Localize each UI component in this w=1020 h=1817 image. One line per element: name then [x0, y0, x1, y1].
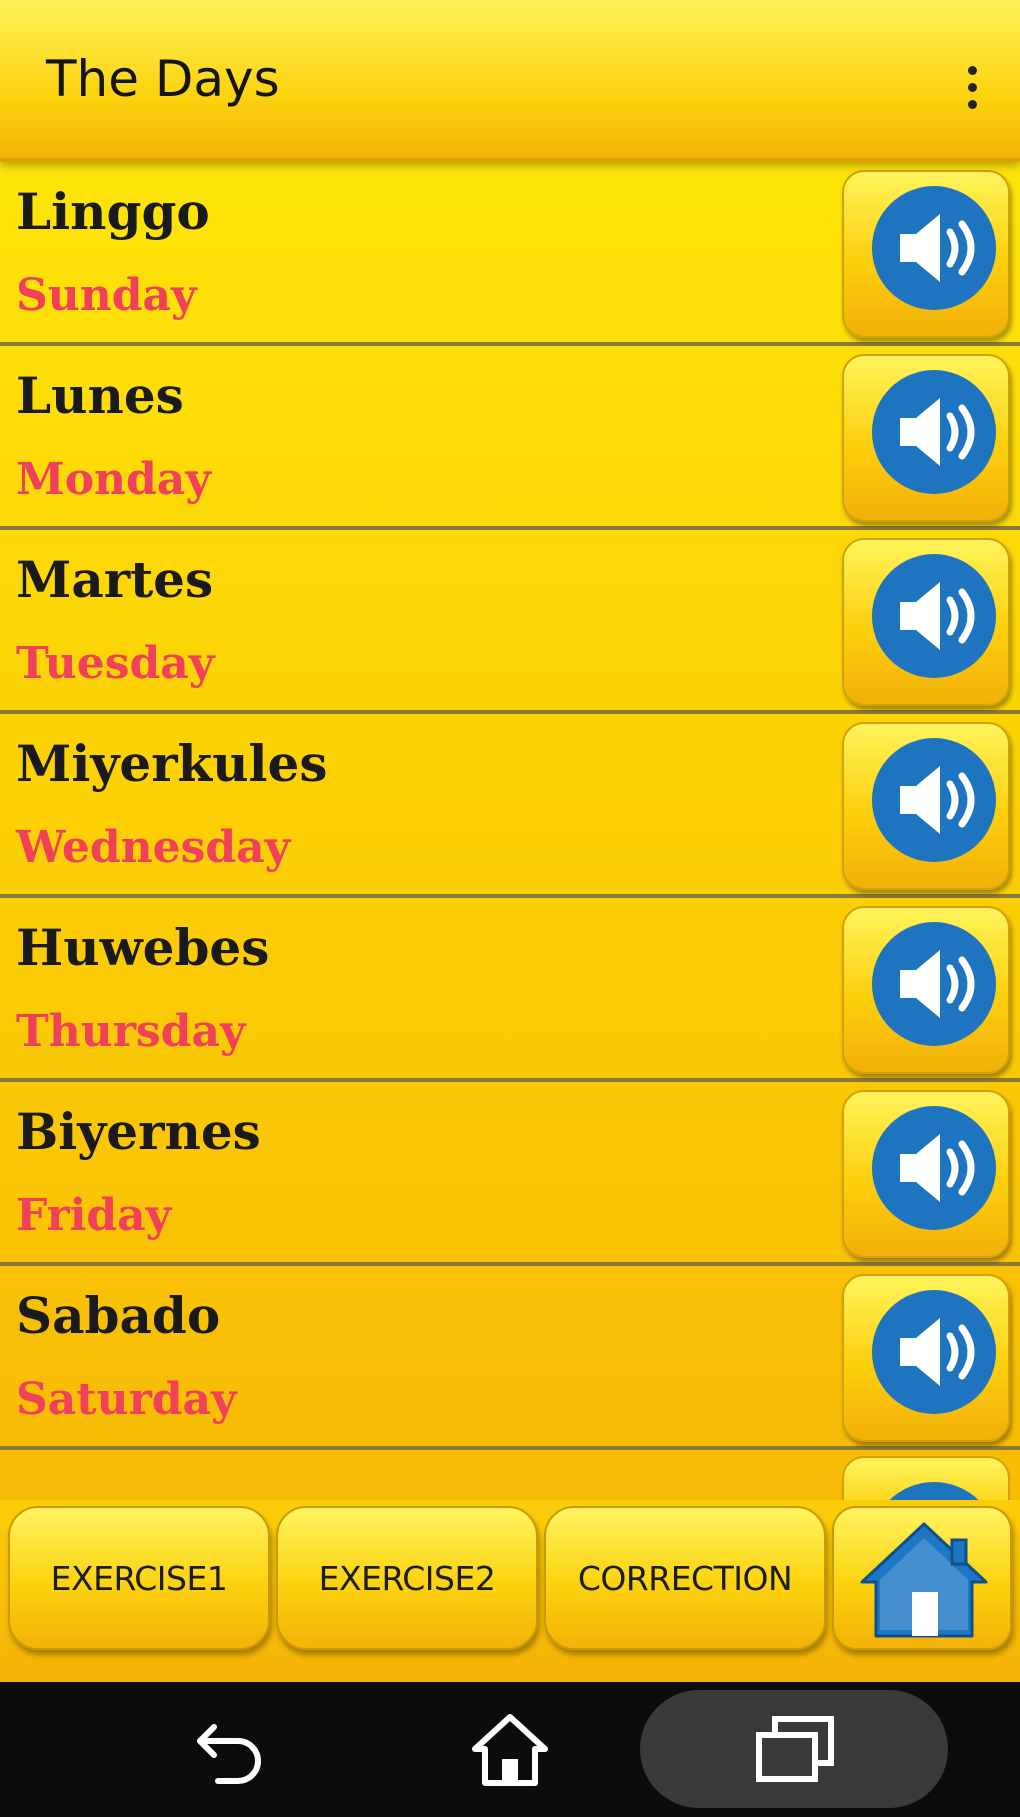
translation-label: Tuesday [16, 638, 215, 689]
page-title: The Days [46, 50, 280, 108]
play-sound-button[interactable] [842, 538, 1010, 706]
translation-label: Wednesday [16, 822, 291, 873]
word-label: Linggo [16, 182, 210, 241]
correction-button[interactable]: CORRECTION [544, 1506, 826, 1650]
app-screen: The Days Linggo Sunday Lunes Monday Mart… [0, 0, 1020, 1682]
home-outline-icon[interactable] [460, 1692, 560, 1806]
translation-label: Friday [16, 1190, 172, 1241]
home-icon [860, 1522, 988, 1638]
translation-label: Sunday [16, 270, 197, 321]
list-item[interactable]: Huwebes Thursday [0, 898, 1020, 1082]
play-sound-button[interactable] [842, 906, 1010, 1074]
more-vert-icon[interactable] [952, 52, 992, 122]
home-button[interactable] [832, 1506, 1012, 1650]
speaker-icon [872, 554, 996, 678]
translation-label: Saturday [16, 1374, 237, 1425]
play-sound-button[interactable] [842, 1090, 1010, 1258]
speaker-icon [872, 738, 996, 862]
list-item[interactable]: Biyernes Friday [0, 1082, 1020, 1266]
word-label: Martes [16, 550, 214, 609]
word-label: Lunes [16, 366, 184, 425]
list-item[interactable]: Martes Tuesday [0, 530, 1020, 714]
word-label: Miyerkules [16, 734, 328, 793]
speaker-icon [872, 1290, 996, 1414]
exercise2-button[interactable]: EXERCISE2 [276, 1506, 538, 1650]
app-bar: The Days [0, 0, 1020, 162]
back-icon[interactable] [180, 1692, 280, 1806]
speaker-icon [872, 1106, 996, 1230]
play-sound-button[interactable] [842, 722, 1010, 890]
word-label: Sabado [16, 1286, 221, 1345]
exercise1-button[interactable]: EXERCISE1 [8, 1506, 270, 1650]
play-sound-button[interactable] [842, 354, 1010, 522]
translation-label: Thursday [16, 1006, 246, 1057]
list-item[interactable]: Linggo Sunday [0, 162, 1020, 346]
word-label: Huwebes [16, 918, 270, 977]
speaker-icon [872, 370, 996, 494]
days-list: Linggo Sunday Lunes Monday Martes Tuesda… [0, 162, 1020, 1502]
list-item[interactable]: Lunes Monday [0, 346, 1020, 530]
speaker-icon [872, 922, 996, 1046]
speaker-icon [872, 186, 996, 310]
word-label: Biyernes [16, 1102, 261, 1161]
list-item[interactable]: Miyerkules Wednesday [0, 714, 1020, 898]
recents-icon[interactable] [740, 1692, 850, 1806]
system-nav-bar [0, 1682, 1020, 1817]
translation-label: Monday [16, 454, 211, 505]
list-item[interactable]: Sabado Saturday [0, 1266, 1020, 1450]
play-sound-button[interactable] [842, 1274, 1010, 1442]
bottom-toolbar: EXERCISE1 EXERCISE2 CORRECTION [0, 1500, 1020, 1682]
play-sound-button[interactable] [842, 170, 1010, 338]
